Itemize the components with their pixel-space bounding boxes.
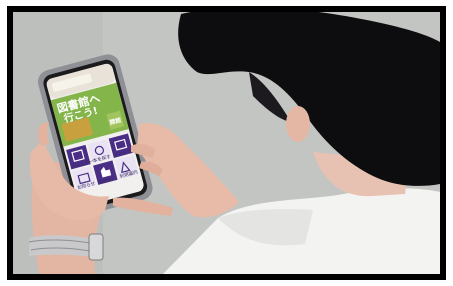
photo-scene: 図書館へ 行こう! 開館 カレンダー 本を探す イベント お知らせ Twitte… (13, 12, 440, 274)
photo-illustration: 図書館へ 行こう! 開館 カレンダー 本を探す イベント お知らせ Twitte… (13, 12, 440, 274)
photo-frame: 図書館へ 行こう! 開館 カレンダー 本を探す イベント お知らせ Twitte… (7, 6, 446, 280)
ear (286, 106, 310, 142)
